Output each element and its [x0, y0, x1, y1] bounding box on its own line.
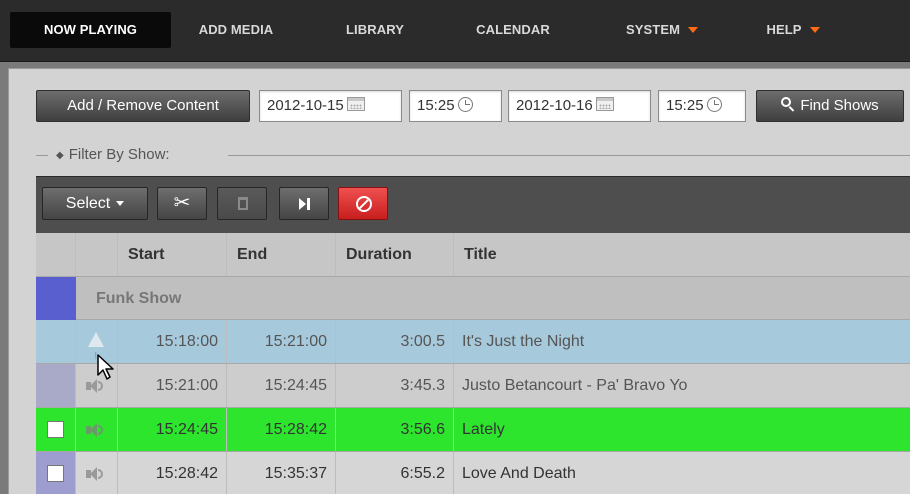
find-shows-button[interactable]: Find Shows: [756, 90, 904, 122]
end-date-value: 2012-10-16: [516, 97, 593, 114]
table-header: Start End Duration Title: [36, 233, 910, 277]
row-checkbox-cell: [36, 408, 76, 451]
cut-button[interactable]: ✂: [157, 187, 207, 220]
row-title: Love And Death: [462, 465, 576, 482]
row-checkbox-cell: [36, 320, 76, 363]
nav-library[interactable]: LIBRARY: [330, 12, 420, 48]
search-icon: [781, 97, 795, 112]
clock-icon[interactable]: [706, 96, 722, 112]
row-title: Lately: [462, 421, 505, 438]
row-status-cell: [76, 452, 118, 494]
row-end: 15:35:37: [227, 452, 336, 494]
column-end: End: [227, 233, 336, 276]
row-checkbox-cell: [36, 364, 76, 407]
select-dropdown-button[interactable]: Select: [42, 187, 148, 220]
add-remove-content-button[interactable]: Add / Remove Content: [36, 90, 250, 122]
show-name: Funk Show: [96, 290, 182, 307]
row-duration: 6:55.2: [336, 452, 454, 494]
row-duration: 3:45.3: [336, 364, 454, 407]
nav-calendar[interactable]: CALENDAR: [458, 12, 568, 48]
calendar-icon[interactable]: [346, 97, 365, 112]
calendar-icon[interactable]: [595, 97, 614, 112]
clear-button[interactable]: [338, 187, 388, 220]
scissors-icon: ✂: [173, 192, 191, 214]
start-time-value: 15:25: [417, 97, 455, 114]
expand-toggle-icon: ◆: [56, 150, 64, 161]
trash-icon: [238, 197, 248, 210]
column-title: Title: [464, 246, 497, 263]
warning-icon: !: [88, 332, 104, 362]
row-title: Justo Betancourt - Pa' Bravo Yo: [462, 377, 688, 394]
row-checkbox[interactable]: [47, 465, 64, 482]
table-row[interactable]: ! 15:18:00 15:21:00 3:00.5 It's Just the…: [36, 320, 910, 364]
row-start: 15:28:42: [118, 452, 227, 494]
filter-toggle[interactable]: ◆ Filter By Show:: [56, 146, 170, 163]
row-checkbox[interactable]: [47, 421, 64, 438]
action-toolbar: Select ✂: [36, 176, 910, 233]
filter-by-show: ◆ Filter By Show:: [36, 146, 910, 164]
speaker-icon: [86, 422, 108, 438]
filter-label: Filter By Show:: [68, 146, 170, 163]
row-start: 15:18:00: [118, 320, 227, 363]
delete-button[interactable]: [217, 187, 267, 220]
start-date-value: 2012-10-15: [267, 97, 344, 114]
start-time-field[interactable]: 15:25: [409, 90, 502, 122]
find-shows-label: Find Shows: [800, 97, 879, 114]
chevron-down-icon: [688, 26, 699, 33]
select-label: Select: [65, 195, 111, 212]
top-navigation: NOW PLAYING ADD MEDIA LIBRARY CALENDAR S…: [0, 0, 910, 62]
row-checkbox-cell: [36, 452, 76, 494]
status-column-header: [76, 233, 118, 276]
end-time-field[interactable]: 15:25: [658, 90, 746, 122]
row-start: 15:21:00: [118, 364, 227, 407]
row-duration: 3:00.5: [336, 320, 454, 363]
skip-to-end-button[interactable]: [279, 187, 329, 220]
divider: [36, 155, 48, 156]
table-row[interactable]: 15:24:45 15:28:42 3:56.6 Lately: [36, 408, 910, 452]
row-end: 15:28:42: [227, 408, 336, 451]
divider: [228, 155, 910, 156]
show-group-row: Funk Show: [36, 277, 910, 320]
nav-system-label: SYSTEM: [625, 22, 681, 37]
row-end: 15:24:45: [227, 364, 336, 407]
chevron-down-icon: [809, 26, 820, 33]
end-date-field[interactable]: 2012-10-16: [508, 90, 651, 122]
row-duration: 3:56.6: [336, 408, 454, 451]
nav-add-media[interactable]: ADD MEDIA: [190, 12, 282, 48]
chevron-down-icon: [116, 201, 125, 207]
nav-help[interactable]: HELP: [747, 12, 839, 48]
row-end: 15:21:00: [227, 320, 336, 363]
nav-help-label: HELP: [766, 22, 802, 37]
row-start: 15:24:45: [118, 408, 227, 451]
speaker-icon: [86, 466, 108, 482]
start-date-field[interactable]: 2012-10-15: [259, 90, 402, 122]
column-duration: Duration: [336, 233, 454, 276]
skip-end-bar: [307, 198, 310, 210]
column-start: Start: [118, 233, 227, 276]
table-row[interactable]: 15:28:42 15:35:37 6:55.2 Love And Death: [36, 452, 910, 494]
show-color-swatch: [36, 277, 76, 320]
end-time-value: 15:25: [666, 97, 704, 114]
nav-now-playing[interactable]: NOW PLAYING: [10, 12, 171, 48]
table-row[interactable]: 15:21:00 15:24:45 3:45.3 Justo Betancour…: [36, 364, 910, 408]
checkbox-column-header: [36, 233, 76, 276]
row-status-cell: [76, 408, 118, 451]
row-title: It's Just the Night: [462, 333, 585, 350]
clock-icon[interactable]: [457, 96, 473, 112]
skip-end-icon: [299, 198, 306, 210]
nav-system[interactable]: SYSTEM: [608, 12, 716, 48]
mouse-pointer-icon: [97, 354, 114, 380]
